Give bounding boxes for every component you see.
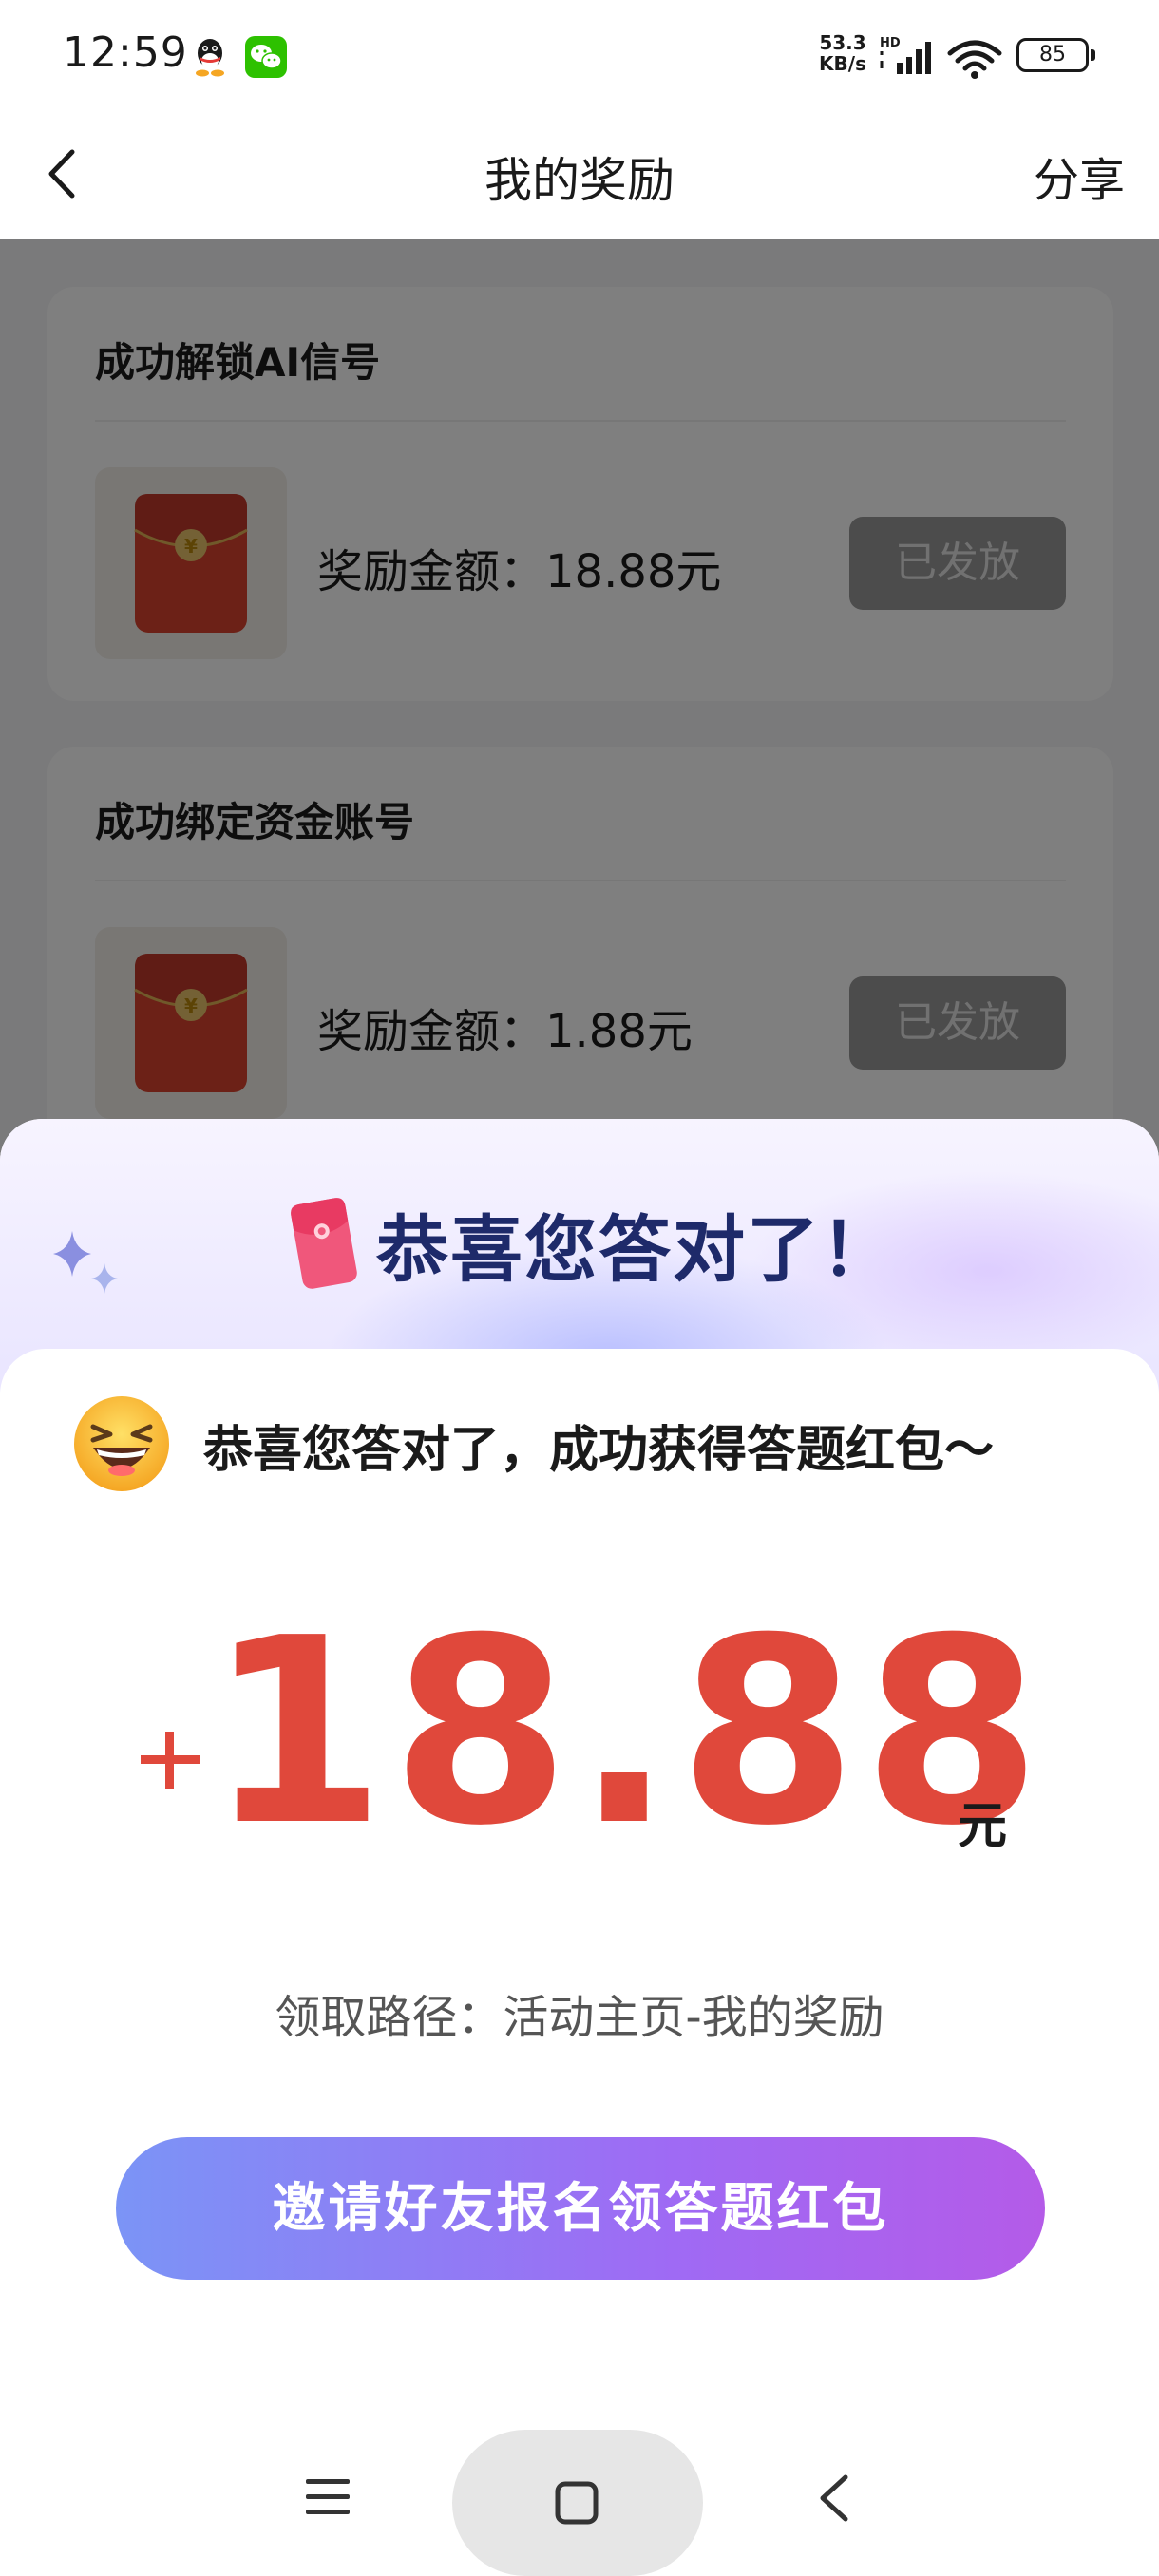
dialog-heading: 恭喜您答对了！ [376,1207,895,1292]
battery-icon: 85 [1016,38,1095,72]
laughing-emoji-icon [74,1396,169,1491]
congrats-message: 恭喜您答对了，成功获得答题红包～ [203,1422,995,1479]
invite-friends-button[interactable]: 邀请好友报名领答题红包 [116,2137,1045,2280]
reward-amount-value: 18.88 [207,1582,1048,1882]
qq-icon [196,39,224,77]
signal-icon: HD [880,36,931,74]
recent-apps-button[interactable] [302,2475,355,2519]
reward-dialog: 恭喜您答对了！ 恭喜您答对了，成功获得答题红包～ 18.88 元 领取路径：活动… [0,1119,1159,2576]
net-speed-value: 53.3 [819,31,866,54]
net-speed: 53.3 KB/s [813,32,872,74]
home-square-icon [555,2481,598,2525]
network-type-label: HD [880,36,901,50]
share-button[interactable]: 分享 [1034,142,1125,209]
status-bar: 12:59 53.3 KB/s HD 85 [0,0,1159,112]
wechat-icon [245,36,287,78]
red-packet-icon [291,1198,357,1289]
home-button[interactable] [452,2430,703,2576]
plus-icon [141,1732,200,1789]
system-back-button[interactable] [815,2472,853,2525]
page-title: 我的奖励 [484,153,674,208]
nav-bar: 我的奖励 分享 [0,112,1159,239]
dialog-body [0,1349,1159,2576]
claim-path-text: 领取路径：活动主页-我的奖励 [275,1991,884,2044]
battery-level: 85 [1039,43,1066,66]
sparkle-icon [53,1231,118,1294]
reward-amount-unit: 元 [958,1798,1008,1855]
wifi-icon [947,40,1002,79]
status-time: 12:59 [63,28,188,77]
net-speed-unit: KB/s [819,52,866,75]
